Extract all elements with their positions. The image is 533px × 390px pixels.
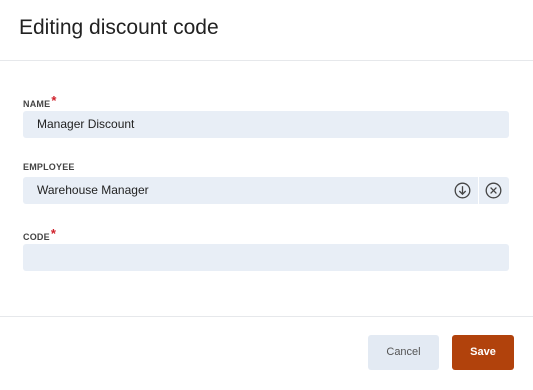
cancel-button[interactable]: Cancel	[368, 335, 439, 370]
name-required-mark: *	[51, 93, 57, 108]
name-label-text: NAME	[23, 99, 51, 109]
clear-circle-icon[interactable]	[485, 182, 502, 199]
select-divider	[478, 177, 479, 204]
save-button[interactable]: Save	[452, 335, 514, 370]
employee-selected-value: Warehouse Manager	[37, 183, 149, 197]
name-label: NAME*	[23, 93, 57, 110]
code-required-mark: *	[50, 226, 57, 241]
employee-label: EMPLOYEE	[23, 162, 75, 172]
code-input[interactable]	[23, 244, 509, 271]
dialog-header: Editing discount code	[0, 0, 533, 61]
employee-label-text: EMPLOYEE	[23, 162, 75, 172]
code-label-text: CODE	[23, 232, 50, 242]
chevron-down-circle-icon[interactable]	[454, 182, 471, 199]
name-input[interactable]	[23, 111, 509, 138]
employee-select[interactable]: Warehouse Manager	[23, 177, 509, 204]
edit-discount-dialog: Editing discount code NAME* EMPLOYEE War…	[0, 0, 533, 390]
dialog-title: Editing discount code	[19, 16, 219, 39]
code-label: CODE*	[23, 226, 57, 243]
